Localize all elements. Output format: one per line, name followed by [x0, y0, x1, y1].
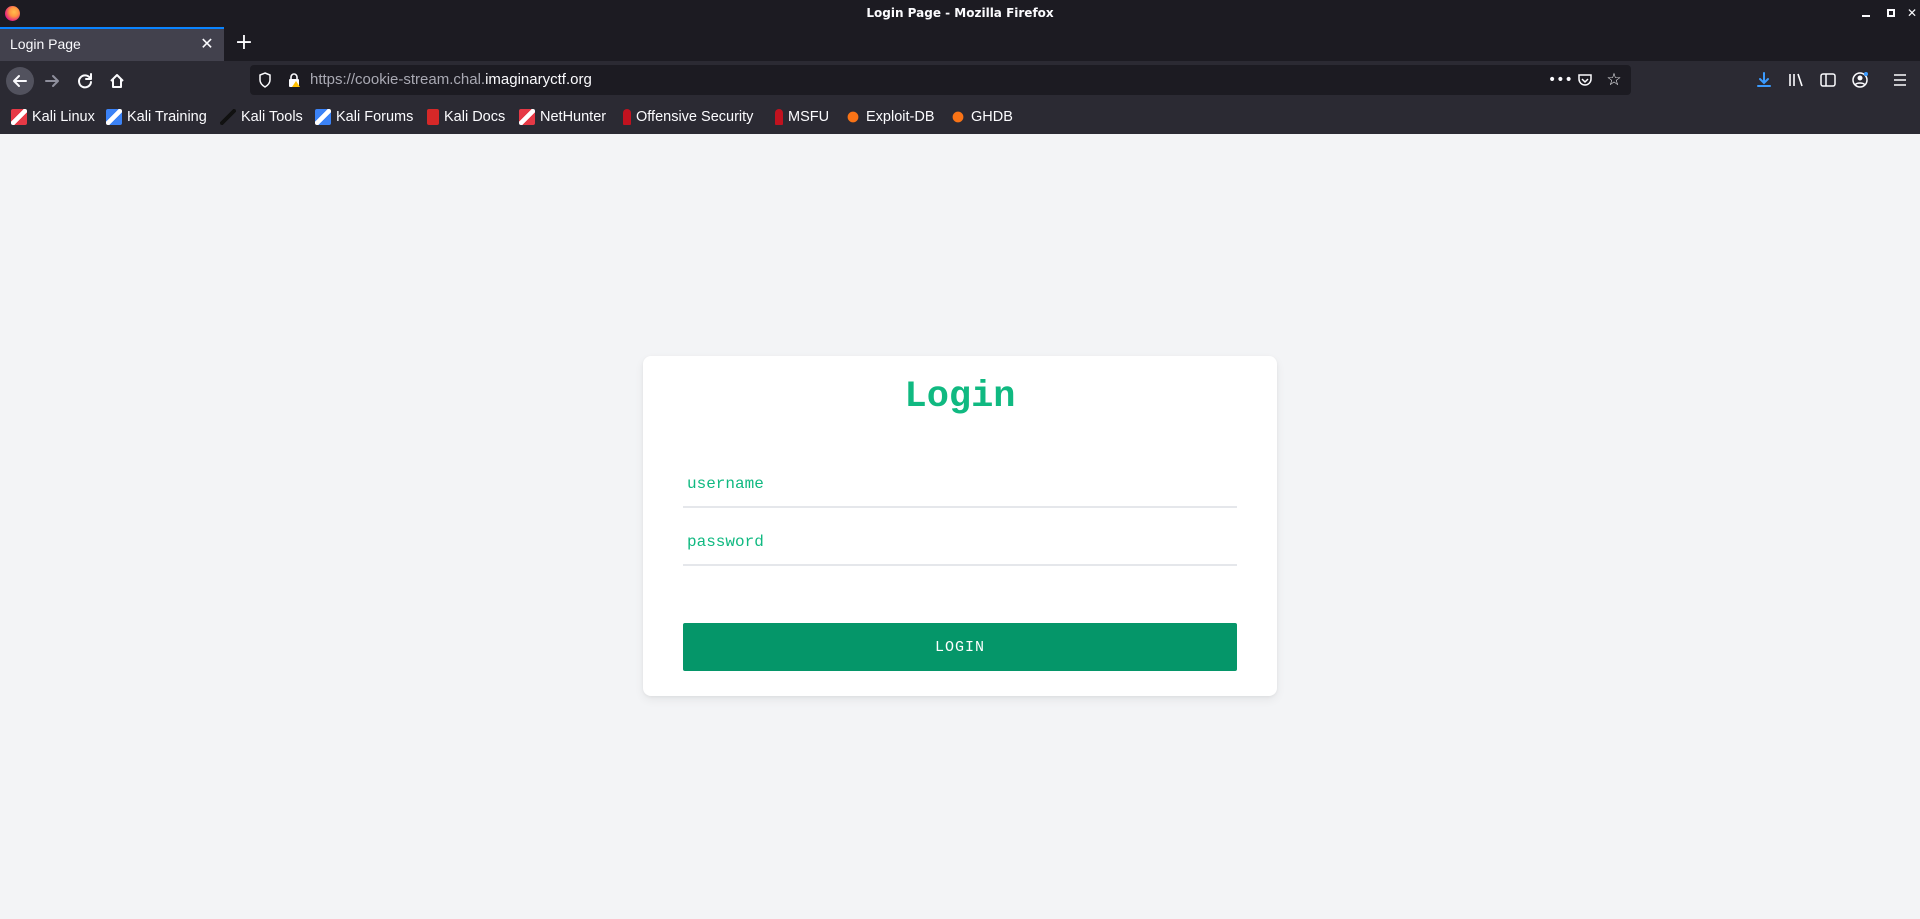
account-icon[interactable]	[1850, 71, 1870, 91]
bookmark-msfu[interactable]: MSFU	[775, 107, 829, 127]
url-text[interactable]: https://cookie-stream.chal.imaginaryctf.…	[310, 71, 592, 88]
password-input[interactable]	[683, 520, 1237, 566]
bookmark-kali-tools[interactable]: Kali Tools	[220, 107, 303, 127]
kali-training-icon	[106, 109, 122, 125]
bookmark-kali-linux[interactable]: Kali Linux	[11, 107, 95, 127]
bookmark-exploit-db[interactable]: Exploit-DB	[845, 107, 935, 127]
username-input[interactable]	[683, 462, 1237, 508]
url-bar[interactable]: https://cookie-stream.chal.imaginaryctf.…	[250, 65, 1631, 95]
tab-title: Login Page	[10, 36, 81, 52]
kali-tools-icon	[220, 109, 236, 125]
kali-docs-icon	[427, 109, 439, 125]
window-title: Login Page - Mozilla Firefox	[866, 6, 1054, 20]
close-window-button[interactable]: ✕	[1904, 5, 1920, 21]
bookmark-ghdb[interactable]: GHDB	[950, 107, 1013, 127]
close-tab-icon[interactable]: ✕	[198, 35, 216, 53]
url-prefix: https://cookie-stream.chal.	[310, 71, 486, 88]
reload-icon	[78, 73, 92, 89]
home-button[interactable]	[103, 67, 131, 95]
arrow-left-icon	[13, 75, 27, 87]
bookmark-nethunter[interactable]: NetHunter	[519, 107, 606, 127]
offsec-icon	[623, 109, 631, 125]
page-actions-menu-icon[interactable]: •••	[1548, 70, 1573, 90]
bookmark-offensive-security[interactable]: Offensive Security	[623, 107, 753, 127]
bookmark-kali-docs[interactable]: Kali Docs	[427, 107, 505, 127]
kali-linux-icon	[11, 109, 27, 125]
page-viewport: Login LOGIN	[0, 134, 1920, 919]
ghdb-icon	[950, 109, 966, 125]
sidebar-toggle-icon[interactable]	[1818, 71, 1838, 91]
tab-strip: Login Page ✕ +	[0, 27, 1920, 61]
exploit-db-icon	[845, 109, 861, 125]
minimize-button[interactable]	[1858, 5, 1874, 21]
login-card: Login LOGIN	[643, 356, 1277, 696]
new-tab-button[interactable]: +	[232, 31, 256, 55]
nethunter-icon	[519, 109, 535, 125]
pocket-icon[interactable]	[1575, 70, 1595, 90]
bookmark-kali-forums[interactable]: Kali Forums	[315, 107, 413, 127]
library-icon[interactable]	[1786, 71, 1806, 91]
insecure-lock-warning-icon[interactable]	[287, 72, 301, 88]
home-icon	[110, 74, 124, 88]
reload-button[interactable]	[71, 67, 99, 95]
hamburger-menu-icon[interactable]	[1890, 71, 1910, 91]
msfu-icon	[775, 109, 783, 125]
url-domain: imaginaryctf.org	[485, 71, 592, 88]
navigation-toolbar: https://cookie-stream.chal.imaginaryctf.…	[0, 61, 1920, 101]
forward-button[interactable]	[38, 67, 66, 95]
bookmark-star-icon[interactable]: ☆	[1604, 70, 1624, 90]
arrow-right-icon	[45, 75, 59, 87]
tab-login-page[interactable]: Login Page ✕	[0, 27, 224, 61]
downloads-icon[interactable]	[1754, 71, 1774, 91]
login-heading: Login	[904, 376, 1016, 418]
window-titlebar: Login Page - Mozilla Firefox ✕	[0, 0, 1920, 27]
maximize-button[interactable]	[1883, 5, 1899, 21]
kali-forums-icon	[315, 109, 331, 125]
tracking-protection-shield-icon[interactable]	[258, 72, 272, 88]
bookmark-kali-training[interactable]: Kali Training	[106, 107, 207, 127]
login-button[interactable]: LOGIN	[683, 623, 1237, 671]
back-button[interactable]	[6, 67, 34, 95]
bookmarks-toolbar: Kali Linux Kali Training Kali Tools Kali…	[0, 101, 1920, 134]
